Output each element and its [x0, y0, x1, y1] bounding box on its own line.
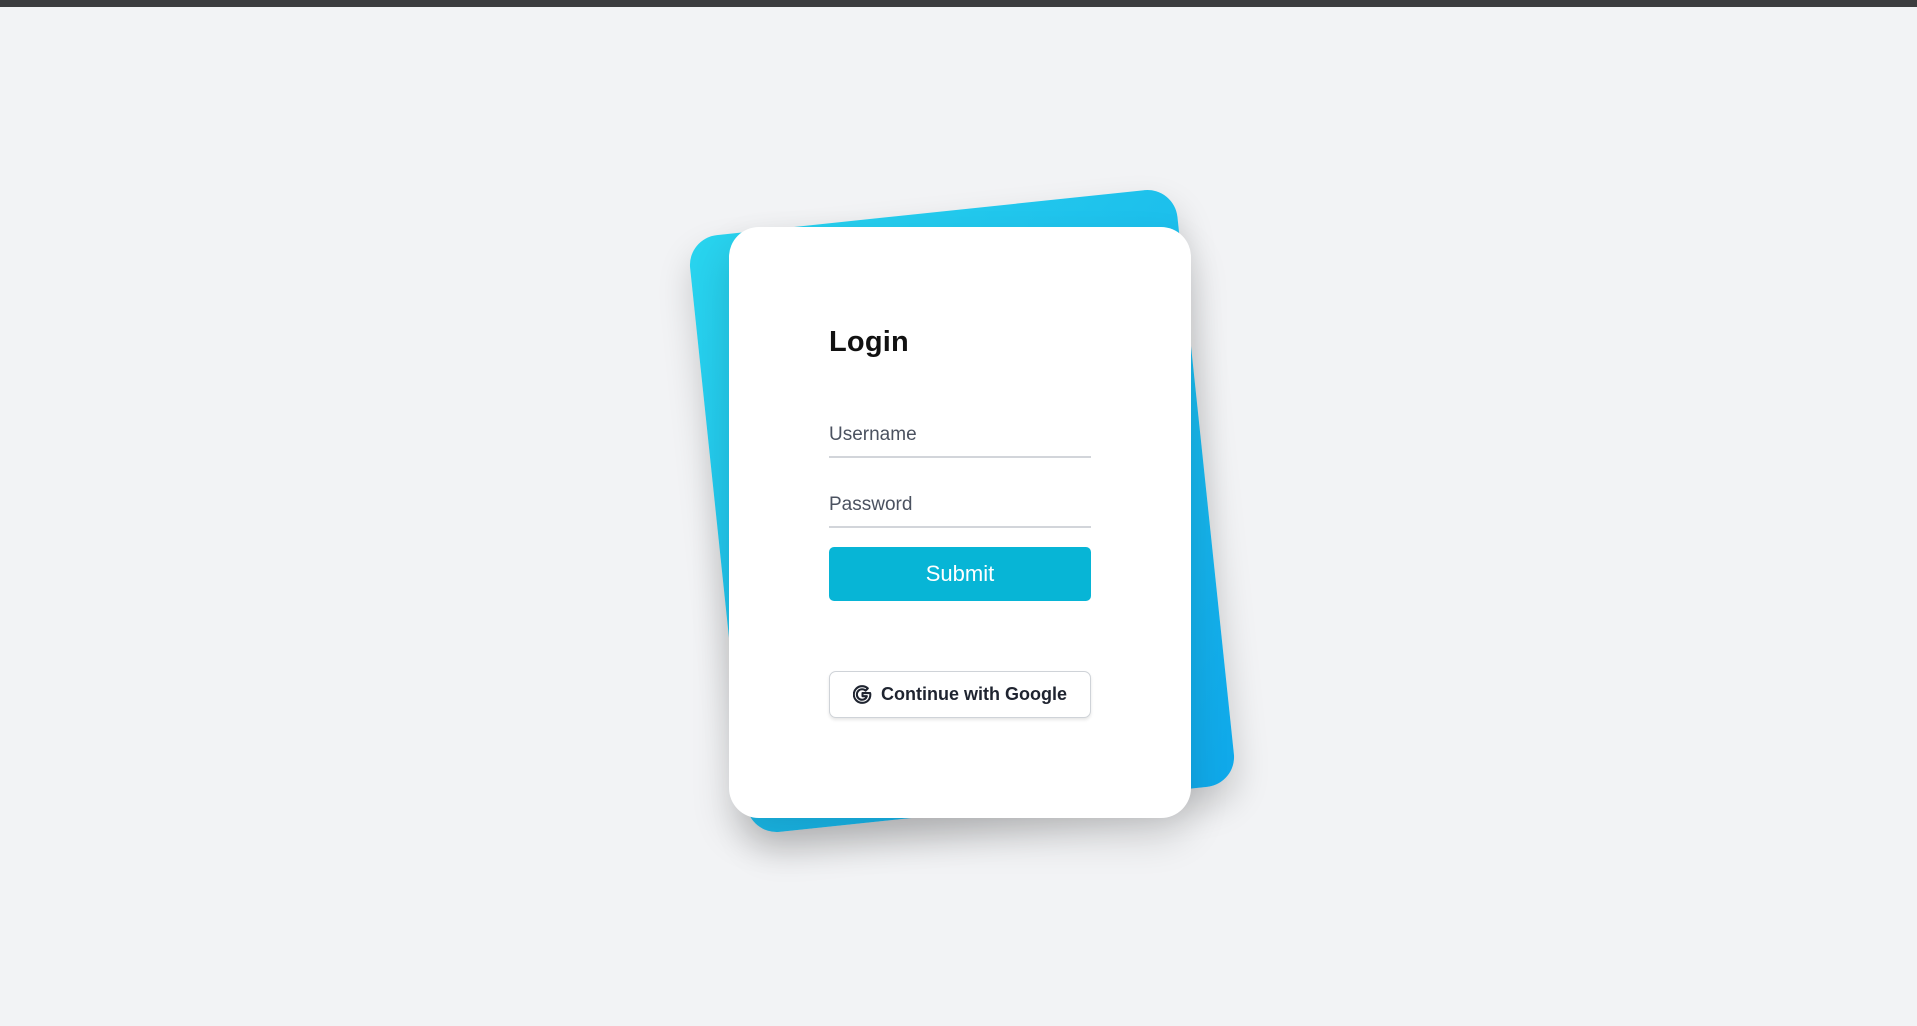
page-title: Login: [829, 326, 909, 358]
submit-button[interactable]: Submit: [829, 547, 1091, 601]
google-icon: [852, 685, 872, 704]
login-page: Login Submit Continue with Google: [0, 0, 1917, 1026]
google-button-label: Continue with Google: [881, 684, 1067, 704]
username-input[interactable]: [829, 414, 1091, 458]
password-input[interactable]: [829, 484, 1091, 528]
login-card: Login Submit Continue with Google: [729, 227, 1191, 818]
google-sign-in-button[interactable]: Continue with Google: [829, 671, 1091, 718]
